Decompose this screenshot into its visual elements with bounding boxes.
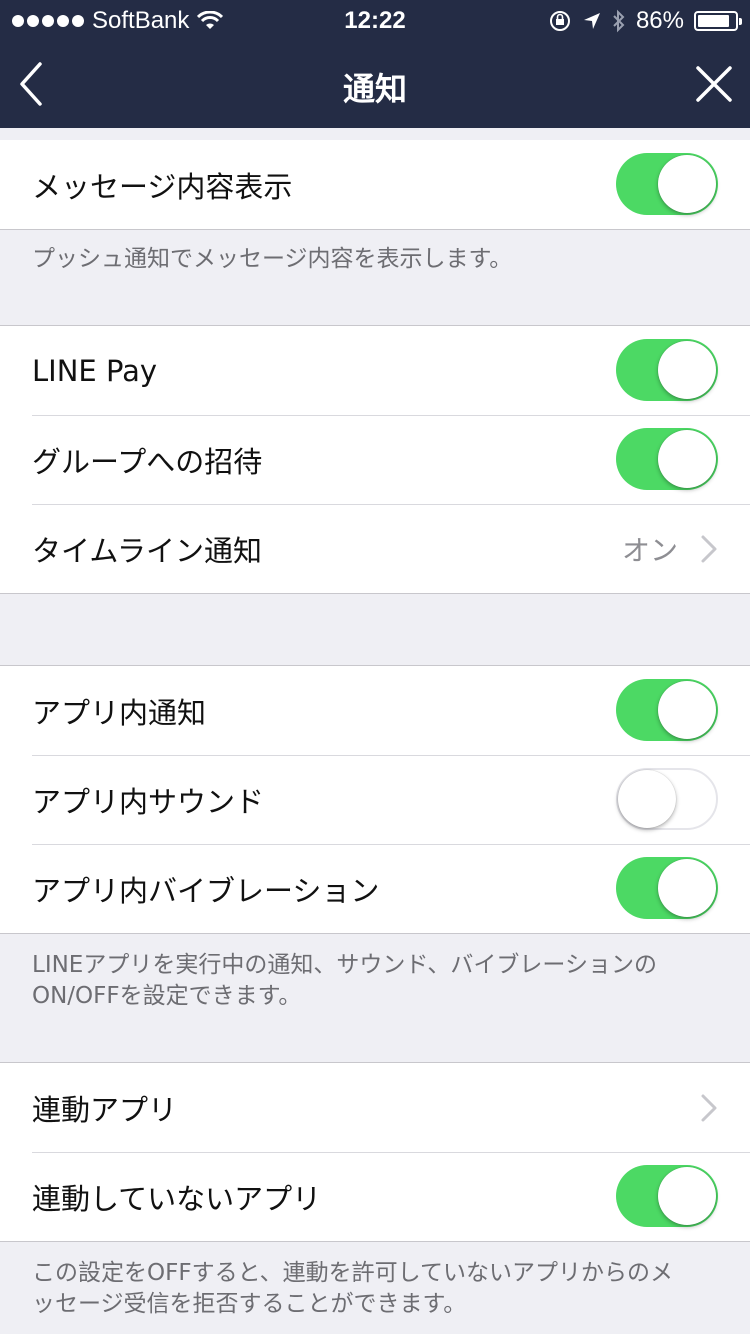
line-pay-toggle[interactable] (616, 339, 718, 401)
setting-label: LINE Pay (32, 353, 158, 388)
linked-apps-footnote: この設定をOFFすると、連動を許可していないアプリからのメ ッセージ受信を拒否す… (32, 1258, 722, 1320)
in-app-vibration-toggle[interactable] (616, 857, 718, 919)
setting-row-in-app-notification: アプリ内通知 (0, 666, 750, 755)
footnote-line: LINEアプリを実行中の通知、サウンド、バイブレーションの (32, 952, 657, 978)
message-content-toggle[interactable] (616, 153, 718, 215)
setting-label: アプリ内サウンド (32, 784, 265, 819)
chevron-right-icon (701, 535, 717, 563)
bluetooth-icon (613, 9, 625, 33)
unlinked-apps-toggle[interactable] (616, 1165, 718, 1227)
setting-row-unlinked-apps: 連動していないアプリ (0, 1152, 750, 1241)
navigation-bar: 通知 (0, 40, 750, 128)
footnote-line: ッセージ受信を拒否することができます。 (32, 1291, 467, 1317)
setting-row-timeline[interactable]: タイムライン通知 オン (0, 504, 750, 593)
in-app-footnote: LINEアプリを実行中の通知、サウンド、バイブレーションの ON/OFFを設定で… (32, 950, 722, 1012)
footnote-line: この設定をOFFすると、連動を許可していないアプリからのメ (32, 1260, 673, 1286)
setting-label: 連動アプリ (32, 1092, 178, 1127)
status-right: 86% (548, 7, 742, 35)
battery-percent: 86% (635, 7, 684, 34)
setting-label: メッセージ内容表示 (32, 169, 293, 204)
setting-row-group-invite: グループへの招待 (0, 415, 750, 504)
setting-row-in-app-vibration: アプリ内バイブレーション (0, 844, 750, 933)
orientation-lock-icon (549, 11, 570, 31)
location-arrow-icon (583, 13, 600, 29)
close-icon[interactable] (694, 64, 734, 104)
setting-row-linked-apps[interactable]: 連動アプリ (0, 1063, 750, 1152)
setting-label: グループへの招待 (32, 444, 263, 479)
setting-label: アプリ内通知 (32, 695, 207, 730)
section-linked-apps: 連動アプリ 連動していないアプリ (0, 1062, 750, 1242)
page-title: 通知 (342, 70, 407, 108)
section-message-content: メッセージ内容表示 (0, 140, 750, 230)
setting-row-message-content: メッセージ内容表示 (0, 140, 750, 229)
setting-label: 連動していないアプリ (32, 1181, 322, 1216)
setting-row-line-pay: LINE Pay (0, 326, 750, 415)
setting-label: タイムライン通知 (32, 533, 262, 568)
in-app-notification-toggle[interactable] (616, 679, 718, 741)
section-in-app: アプリ内通知 アプリ内サウンド アプリ内バイブレーション (0, 665, 750, 934)
group-invite-toggle[interactable] (616, 428, 718, 490)
section-notifications: LINE Pay グループへの招待 タイムライン通知 オン (0, 325, 750, 594)
setting-row-in-app-sound: アプリ内サウンド (0, 755, 750, 844)
status-bar: SoftBank 12:22 86% (0, 0, 750, 40)
battery-icon (694, 11, 742, 31)
setting-value: オン (621, 533, 678, 567)
setting-label: アプリ内バイブレーション (32, 873, 380, 908)
message-content-footnote: プッシュ通知でメッセージ内容を表示します。 (32, 246, 513, 272)
in-app-sound-toggle[interactable] (616, 768, 718, 830)
footnote-line: ON/OFFを設定できます。 (32, 983, 302, 1009)
chevron-right-icon (701, 1094, 717, 1122)
